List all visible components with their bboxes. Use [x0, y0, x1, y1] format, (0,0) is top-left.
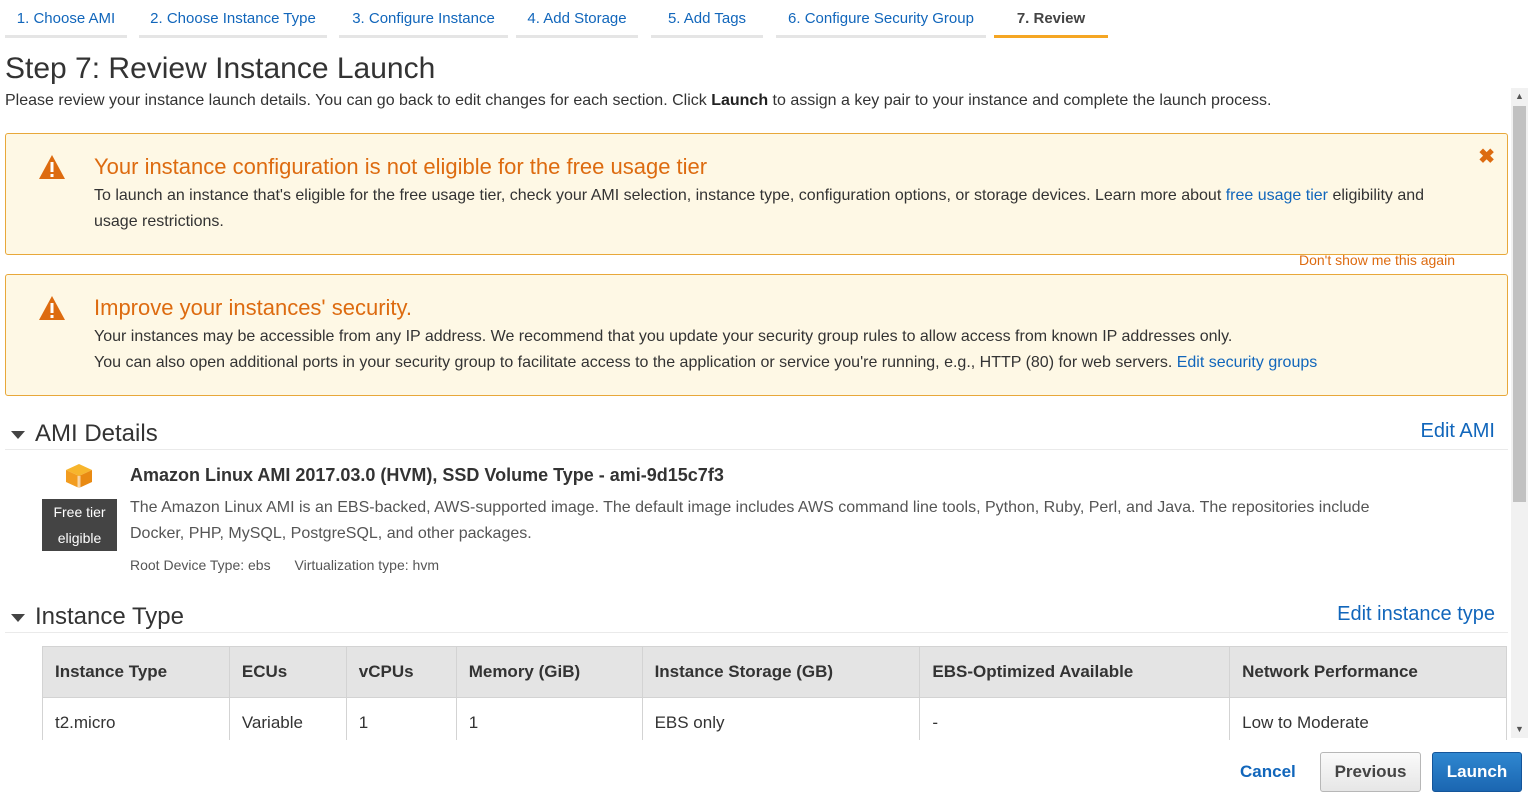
caret-down-icon[interactable] — [11, 614, 25, 622]
table-cell: 1 — [345, 697, 457, 740]
security-alert-line2-text: You can also open additional ports in yo… — [94, 354, 1177, 371]
security-alert-body: Your instances may be accessible from an… — [94, 324, 1494, 376]
column-header: Instance Storage (GB) — [641, 646, 921, 698]
instance-type-header[interactable]: Instance Type Edit instance type — [5, 601, 1508, 633]
ami-details-title: AMI Details — [35, 420, 158, 447]
table-cell: EBS only — [641, 697, 921, 740]
tab-add-tags[interactable]: 5. Add Tags — [651, 0, 763, 38]
cancel-button[interactable]: Cancel — [1240, 752, 1296, 792]
table-cell: - — [919, 697, 1231, 740]
close-icon[interactable]: ✖ — [1478, 144, 1495, 169]
launch-button[interactable]: Launch — [1432, 752, 1522, 792]
ami-meta: Root Device Type: ebs Virtualization typ… — [130, 557, 459, 573]
column-header: vCPUs — [345, 646, 457, 698]
badge-line2: eligible — [57, 530, 102, 546]
scroll-up-icon[interactable]: ▲ — [1511, 88, 1528, 105]
instance-type-table: Instance Type ECUs vCPUs Memory (GiB) In… — [42, 646, 1507, 740]
free-usage-tier-link[interactable]: free usage tier — [1226, 187, 1328, 204]
column-header: Memory (GiB) — [455, 646, 643, 698]
security-alert-title: Improve your instances' security. — [94, 295, 413, 320]
root-device-type: Root Device Type: ebs — [130, 557, 271, 573]
previous-button[interactable]: Previous — [1320, 752, 1421, 792]
tab-configure-instance[interactable]: 3. Configure Instance — [339, 0, 508, 38]
ami-details-header[interactable]: AMI Details Edit AMI — [5, 418, 1508, 450]
table-cell: Variable — [228, 697, 347, 740]
intro-text-end: to assign a key pair to your instance an… — [768, 92, 1272, 109]
badge-line1: Free tier — [53, 504, 106, 520]
review-scroll-area: Your instance configuration is not eligi… — [5, 130, 1511, 740]
column-header: EBS-Optimized Available — [919, 646, 1231, 698]
intro-launch-keyword: Launch — [711, 92, 769, 109]
ami-description: The Amazon Linux AMI is an EBS-backed, A… — [130, 499, 1370, 542]
table-cell: 1 — [455, 697, 643, 740]
scroll-down-icon[interactable]: ▼ — [1511, 721, 1528, 738]
tab-choose-ami[interactable]: 1. Choose AMI — [5, 0, 127, 38]
table-cell: Low to Moderate — [1229, 697, 1507, 740]
ami-cube-icon — [66, 464, 92, 488]
table-cell: t2.micro — [42, 697, 230, 740]
free-tier-alert: Your instance configuration is not eligi… — [5, 133, 1508, 255]
intro-text: Please review your instance launch detai… — [5, 92, 712, 109]
virtualization-type: Virtualization type: hvm — [294, 557, 439, 573]
column-header: Network Performance — [1229, 646, 1507, 698]
free-tier-alert-text: To launch an instance that's eligible fo… — [94, 187, 1226, 204]
warning-icon — [39, 296, 65, 320]
page-intro: Please review your instance launch detai… — [5, 92, 1272, 110]
free-tier-eligible-badge: Free tier eligible — [42, 499, 117, 551]
free-tier-alert-title: Your instance configuration is not eligi… — [94, 154, 708, 179]
security-alert-line2: You can also open additional ports in yo… — [94, 350, 1494, 376]
vertical-scrollbar[interactable]: ▲ ▼ — [1511, 88, 1528, 738]
ami-name: Amazon Linux AMI 2017.03.0 (HVM), SSD Vo… — [130, 465, 724, 485]
tab-review[interactable]: 7. Review — [994, 0, 1108, 38]
warning-icon — [39, 155, 65, 179]
column-header: ECUs — [228, 646, 347, 698]
dont-show-again-link[interactable]: Don't show me this again — [1299, 252, 1455, 268]
security-alert: Improve your instances' security. Your i… — [5, 274, 1508, 396]
edit-instance-type-link[interactable]: Edit instance type — [1337, 603, 1495, 626]
free-tier-alert-body: To launch an instance that's eligible fo… — [94, 183, 1464, 235]
column-header: Instance Type — [42, 646, 230, 698]
tab-add-storage[interactable]: 4. Add Storage — [516, 0, 638, 38]
scrollbar-thumb[interactable] — [1513, 106, 1526, 502]
edit-security-groups-link[interactable]: Edit security groups — [1177, 354, 1318, 371]
tab-choose-instance-type[interactable]: 2. Choose Instance Type — [139, 0, 327, 38]
caret-down-icon[interactable] — [11, 431, 25, 439]
table-row: t2.micro Variable 1 1 EBS only - Low to … — [42, 697, 1507, 740]
instance-type-title: Instance Type — [35, 603, 184, 630]
page-title: Step 7: Review Instance Launch — [5, 52, 436, 85]
table-header-row: Instance Type ECUs vCPUs Memory (GiB) In… — [42, 646, 1507, 698]
edit-ami-link[interactable]: Edit AMI — [1421, 420, 1495, 443]
security-alert-line1: Your instances may be accessible from an… — [94, 328, 1233, 345]
tab-configure-security-group[interactable]: 6. Configure Security Group — [776, 0, 986, 38]
